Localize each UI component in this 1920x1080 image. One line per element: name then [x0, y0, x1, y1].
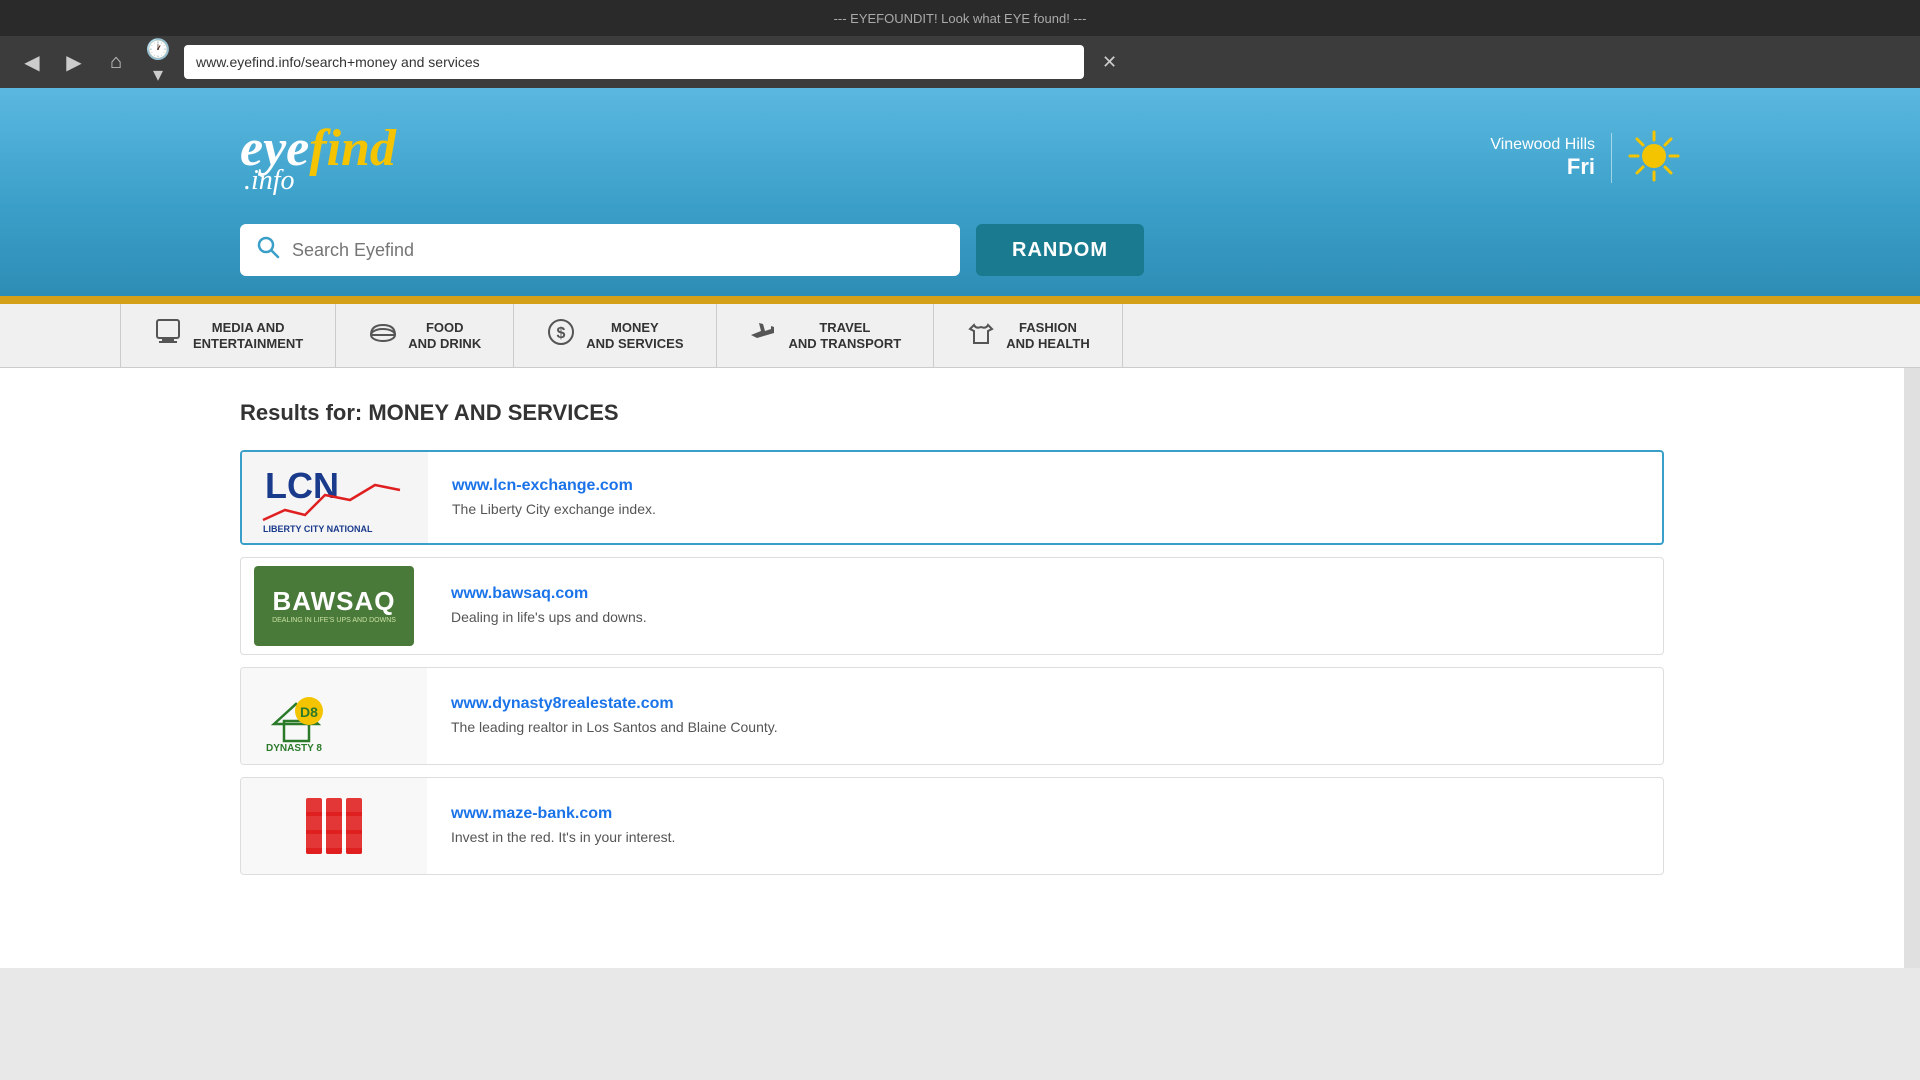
tab-travel-label: TRAVEL AND TRANSPORT [789, 320, 902, 351]
search-icon [256, 235, 280, 265]
location-day: Fri [1490, 154, 1595, 180]
result-item-mazebank[interactable]: www.maze-bank.com Invest in the red. It'… [240, 777, 1664, 875]
result-desc-dynasty8: The leading realtor in Los Santos and Bl… [451, 719, 778, 735]
bawsaq-logo-box: BAWSAQ DEALING IN LIFE'S UPS AND DOWNS [254, 566, 414, 646]
tab-fashion-label: FASHION AND HEALTH [1006, 320, 1090, 351]
money-icon: $ [546, 317, 576, 354]
svg-text:D8: D8 [300, 704, 318, 720]
gold-strip [0, 296, 1920, 304]
weather-divider [1611, 133, 1612, 183]
logo-find: find [309, 120, 396, 177]
result-item-bawsaq[interactable]: BAWSAQ DEALING IN LIFE'S UPS AND DOWNS w… [240, 557, 1664, 655]
fashion-icon [966, 317, 996, 354]
tab-money-label: MONEY AND SERVICES [586, 320, 683, 351]
tab-food[interactable]: FOOD AND DRINK [336, 304, 514, 367]
result-info-bawsaq: www.bawsaq.com Dealing in life's ups and… [427, 569, 1663, 643]
food-icon [368, 317, 398, 354]
url-bar-container [184, 45, 1084, 79]
tab-money[interactable]: $ MONEY AND SERVICES [514, 304, 716, 367]
history-button[interactable]: 🕐▾ [142, 46, 174, 78]
page-wrapper: Results for: MONEY AND SERVICES LCN LIBE… [0, 368, 1920, 968]
search-area: RANDOM [0, 208, 1920, 296]
weather-icon [1628, 130, 1680, 187]
content-area: Results for: MONEY AND SERVICES LCN LIBE… [0, 368, 1904, 968]
result-desc-lcn: The Liberty City exchange index. [452, 501, 656, 517]
weather-area: Vinewood Hills Fri [1490, 130, 1680, 187]
browser-top-bar: --- EYEFOUNDIT! Look what EYE found! --- [0, 0, 1920, 36]
result-item-lcn[interactable]: LCN LIBERTY CITY NATIONAL EXCHANGE INDEX… [240, 450, 1664, 545]
result-logo-lcn: LCN LIBERTY CITY NATIONAL EXCHANGE INDEX [242, 452, 428, 543]
url-bar-input[interactable] [196, 54, 1072, 70]
site-header: eyefind .info Vinewood Hills Fri [0, 88, 1920, 208]
main-content: Results for: MONEY AND SERVICES LCN LIBE… [0, 368, 1904, 968]
result-logo-dynasty8: D8 DYNASTY 8 PRIME PROPERTY IN THE LOS S… [241, 668, 427, 764]
nav-tabs: MEDIA AND ENTERTAINMENT FOOD AND DRINK $… [0, 304, 1920, 368]
tab-fashion[interactable]: FASHION AND HEALTH [934, 304, 1123, 367]
top-message: --- EYEFOUNDIT! Look what EYE found! --- [834, 11, 1087, 26]
logo-area: eyefind .info [240, 122, 396, 195]
result-logo-bawsaq: BAWSAQ DEALING IN LIFE'S UPS AND DOWNS [241, 558, 427, 654]
random-button[interactable]: RANDOM [976, 224, 1144, 276]
search-box [240, 224, 960, 276]
result-url-bawsaq[interactable]: www.bawsaq.com [451, 585, 1639, 603]
bawsaq-sub: DEALING IN LIFE'S UPS AND DOWNS [272, 617, 396, 625]
result-logo-mazebank [241, 778, 427, 874]
result-desc-bawsaq: Dealing in life's ups and downs. [451, 609, 647, 625]
result-item-dynasty8[interactable]: D8 DYNASTY 8 PRIME PROPERTY IN THE LOS S… [240, 667, 1664, 765]
tab-travel[interactable]: TRAVEL AND TRANSPORT [717, 304, 935, 367]
result-url-dynasty8[interactable]: www.dynasty8realestate.com [451, 695, 1639, 713]
travel-icon [749, 317, 779, 354]
search-input[interactable] [292, 240, 944, 261]
result-desc-mazebank: Invest in the red. It's in your interest… [451, 829, 675, 845]
tab-food-label: FOOD AND DRINK [408, 320, 481, 351]
bawsaq-text: BAWSAQ [273, 586, 396, 617]
svg-text:DYNASTY 8: DYNASTY 8 [266, 743, 322, 754]
svg-text:$: $ [557, 325, 566, 342]
close-button[interactable]: ✕ [1102, 52, 1117, 73]
forward-button[interactable]: ▶ [58, 46, 90, 78]
home-button[interactable]: ⌂ [100, 46, 132, 78]
svg-text:LIBERTY CITY NATIONAL: LIBERTY CITY NATIONAL [263, 524, 373, 534]
result-info-dynasty8: www.dynasty8realestate.com The leading r… [427, 679, 1663, 753]
browser-nav-bar: ◀ ▶ ⌂ 🕐▾ ✕ [0, 36, 1920, 88]
back-button[interactable]: ◀ [16, 46, 48, 78]
svg-text:LCN: LCN [265, 465, 339, 506]
result-info-lcn: www.lcn-exchange.com The Liberty City ex… [428, 461, 1662, 535]
results-title: Results for: MONEY AND SERVICES [240, 400, 1664, 426]
tab-media[interactable]: MEDIA AND ENTERTAINMENT [120, 304, 336, 367]
result-url-mazebank[interactable]: www.maze-bank.com [451, 805, 1639, 823]
location-info: Vinewood Hills Fri [1490, 136, 1595, 180]
tab-media-label: MEDIA AND ENTERTAINMENT [193, 320, 303, 351]
location-name: Vinewood Hills [1490, 136, 1595, 154]
logo: eyefind .info [240, 122, 396, 195]
mazebank-logo-box [294, 786, 374, 866]
media-icon [153, 317, 183, 354]
scrollbar[interactable] [1904, 368, 1920, 968]
result-url-lcn[interactable]: www.lcn-exchange.com [452, 477, 1638, 495]
result-info-mazebank: www.maze-bank.com Invest in the red. It'… [427, 789, 1663, 863]
